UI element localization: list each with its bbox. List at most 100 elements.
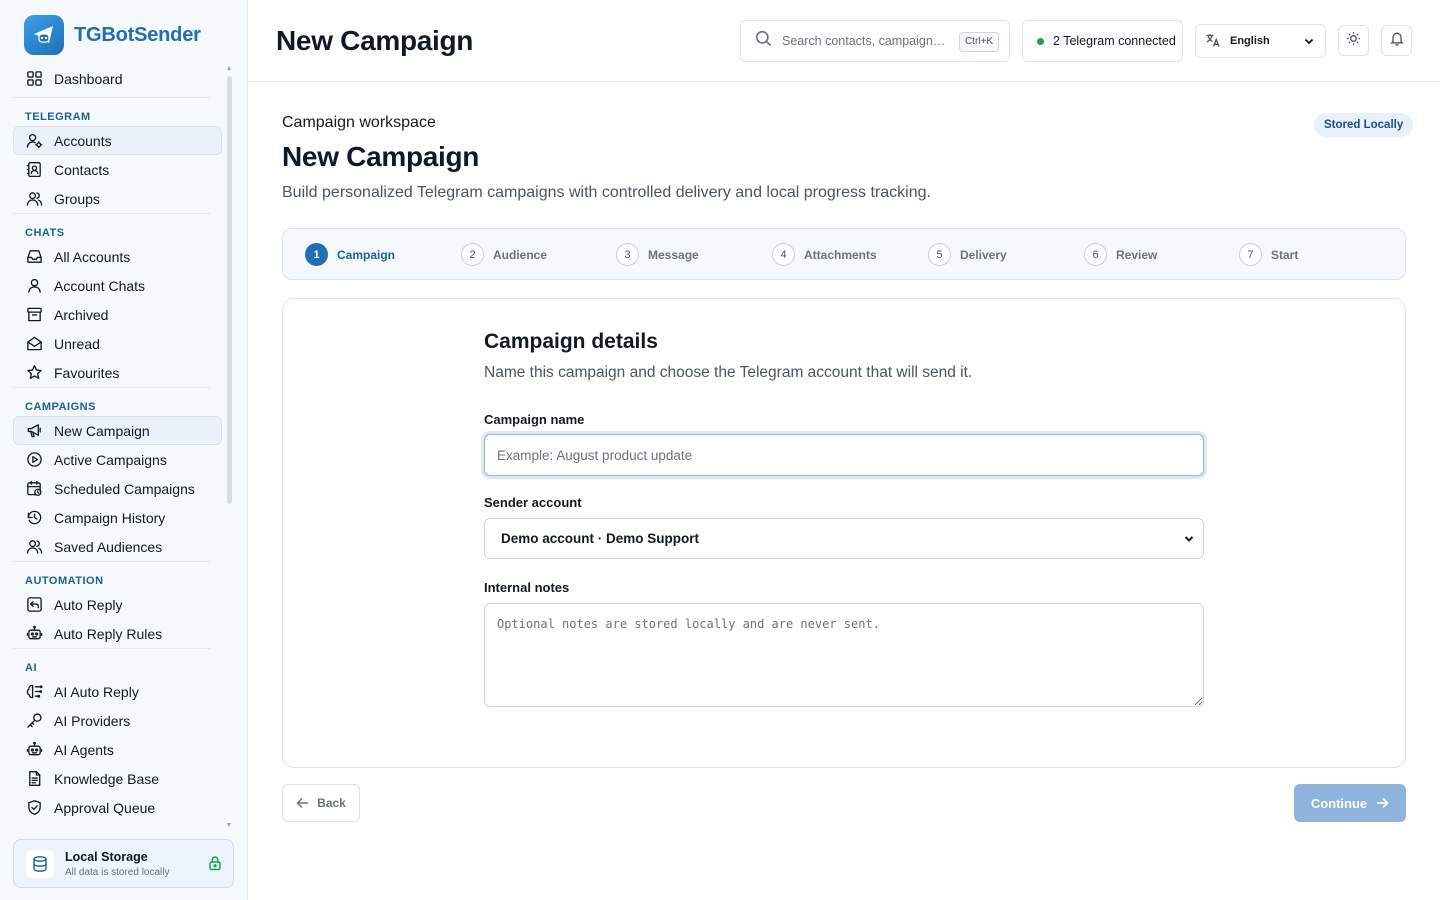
contact-book-icon <box>26 161 54 178</box>
sidebar-item-label: Unread <box>54 335 100 352</box>
sidebar-item-ai-agents[interactable]: AI Agents <box>13 735 222 764</box>
scroll-down-arrow[interactable]: ▼ <box>225 822 233 829</box>
internal-notes-textarea[interactable] <box>484 603 1204 707</box>
step-label: Message <box>648 247 699 262</box>
step-start[interactable]: 7 Start <box>1239 243 1298 266</box>
sidebar-scrollbar[interactable] <box>227 76 232 504</box>
sidebar-item-unread[interactable]: Unread <box>13 329 222 358</box>
sidebar-item-label: Campaign History <box>54 509 166 526</box>
notifications-button[interactable] <box>1381 25 1412 56</box>
lock-icon <box>208 855 222 876</box>
megaphone-icon <box>26 422 54 439</box>
telegram-robot-icon <box>24 15 64 55</box>
sidebar-item-label: Active Campaigns <box>54 451 167 468</box>
sidebar-item-label: Account Chats <box>54 277 146 294</box>
continue-button[interactable]: Continue <box>1294 784 1406 822</box>
campaign-name-input[interactable] <box>484 434 1204 476</box>
sun-icon <box>1346 31 1361 51</box>
user-icon <box>26 277 54 294</box>
step-number: 4 <box>772 243 795 266</box>
sidebar-section-automation: AUTOMATION <box>13 561 210 590</box>
step-delivery[interactable]: 5 Delivery <box>928 243 1007 266</box>
sidebar-item-all-accounts[interactable]: All Accounts <box>13 242 222 271</box>
play-circle-icon <box>26 451 54 468</box>
telegram-connection-status[interactable]: 2 Telegram connected <box>1022 20 1183 62</box>
sidebar-item-label: AI Auto Reply <box>54 683 139 700</box>
star-icon <box>26 364 54 381</box>
top-header: New Campaign Search contacts, campaigns,… <box>248 0 1440 82</box>
page-subtitle: Build personalized Telegram campaigns wi… <box>282 184 931 201</box>
page-title: New Campaign <box>282 141 480 172</box>
sidebar-section-telegram: TELEGRAM <box>13 97 210 126</box>
bot-icon <box>26 625 54 642</box>
chevron-down-icon <box>1303 35 1315 50</box>
sidebar-item-account-chats[interactable]: Account Chats <box>13 271 222 300</box>
key-icon <box>26 712 54 729</box>
step-message[interactable]: 3 Message <box>616 243 699 266</box>
sidebar-item-label: Archived <box>54 306 109 323</box>
bot-icon <box>26 741 54 758</box>
language-select[interactable]: English <box>1195 24 1326 58</box>
campaign-name-label: Campaign name <box>484 412 585 427</box>
sidebar-item-label: Accounts <box>54 132 112 149</box>
sidebar-item-auto-reply[interactable]: Auto Reply <box>13 590 222 619</box>
bell-icon <box>1389 31 1404 51</box>
dashboard-icon <box>26 70 54 87</box>
step-audience[interactable]: 2 Audience <box>461 243 547 266</box>
back-button[interactable]: Back <box>282 784 360 822</box>
sidebar-item-active-campaigns[interactable]: Active Campaigns <box>13 445 222 474</box>
theme-toggle-button[interactable] <box>1338 25 1369 56</box>
sender-account-select[interactable]: Demo account · Demo Support <box>484 518 1204 559</box>
sidebar-item-ai-auto-reply[interactable]: AI Auto Reply <box>13 677 222 706</box>
language-label: English <box>1230 35 1270 47</box>
sidebar-item-contacts[interactable]: Contacts <box>13 155 222 184</box>
local-storage-card: Local Storage All data is stored locally <box>13 839 234 888</box>
back-button-label: Back <box>317 796 346 810</box>
sidebar-item-knowledge-base[interactable]: Knowledge Base <box>13 764 222 793</box>
step-label: Audience <box>493 247 548 262</box>
sidebar-item-ai-providers[interactable]: AI Providers <box>13 706 222 735</box>
sidebar-section-campaigns: CAMPAIGNS <box>13 387 210 416</box>
scroll-up-arrow[interactable]: ▲ <box>225 65 233 72</box>
sidebar-item-scheduled-campaigns[interactable]: Scheduled Campaigns <box>13 474 222 503</box>
sidebar-item-label: Approval Queue <box>54 799 156 816</box>
database-icon <box>26 849 54 878</box>
chevron-down-icon <box>1183 533 1195 548</box>
shield-check-icon <box>26 799 54 816</box>
header-title: New Campaign <box>276 25 474 56</box>
brand[interactable]: TGBotSender <box>24 15 201 55</box>
sidebar-item-campaign-history[interactable]: Campaign History <box>13 503 222 532</box>
arrow-left-icon <box>296 797 309 809</box>
sidebar-item-dashboard[interactable]: Dashboard <box>13 64 222 93</box>
global-search[interactable]: Search contacts, campaigns, t... Ctrl+K <box>740 20 1010 62</box>
history-icon <box>26 509 54 526</box>
search-input[interactable]: Search contacts, campaigns, t... <box>782 34 950 48</box>
sidebar-item-auto-reply-rules[interactable]: Auto Reply Rules <box>13 619 222 648</box>
sidebar-item-archived[interactable]: Archived <box>13 300 222 329</box>
sidebar-item-favourites[interactable]: Favourites <box>13 358 222 387</box>
sidebar-item-approval-queue[interactable]: Approval Queue <box>13 793 222 822</box>
sidebar-item-label: Favourites <box>54 364 120 381</box>
envelope-open-icon <box>26 335 54 352</box>
sidebar-item-saved-audiences[interactable]: Saved Audiences <box>13 532 222 561</box>
sidebar-item-accounts[interactable]: Accounts <box>13 126 222 155</box>
arrow-right-icon <box>1376 797 1389 809</box>
archive-icon <box>26 306 54 323</box>
form-subtitle: Name this campaign and choose the Telegr… <box>484 364 973 381</box>
app-name: TGBotSender <box>74 23 201 46</box>
sidebar-item-label: AI Agents <box>54 741 114 758</box>
reply-icon <box>26 596 54 613</box>
step-review[interactable]: 6 Review <box>1084 243 1157 266</box>
sidebar-item-new-campaign[interactable]: New Campaign <box>13 416 222 445</box>
document-icon <box>26 770 54 787</box>
step-number: 7 <box>1239 243 1262 266</box>
sidebar-item-label: Auto Reply <box>54 596 123 613</box>
sidebar-item-groups[interactable]: Groups <box>13 184 222 213</box>
step-campaign[interactable]: 1 Campaign <box>305 243 395 266</box>
step-label: Campaign <box>337 247 396 262</box>
sender-account-value: Demo account · Demo Support <box>501 531 700 546</box>
sidebar-item-label: Groups <box>54 190 100 207</box>
step-attachments[interactable]: 4 Attachments <box>772 243 877 266</box>
sidebar-item-label: Contacts <box>54 161 110 178</box>
step-number: 2 <box>461 243 484 266</box>
